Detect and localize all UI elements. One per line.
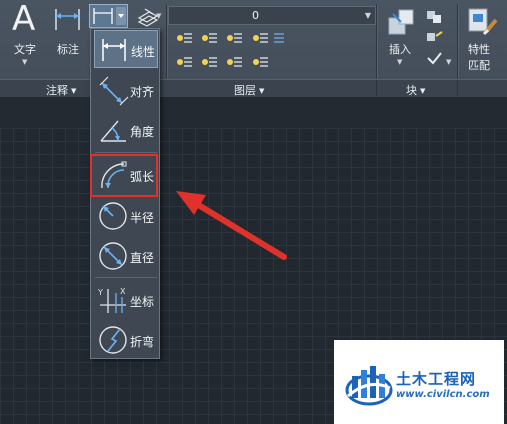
match-properties-icon[interactable] [466,6,500,38]
match-properties-label-line1[interactable]: 特性 [468,44,490,55]
match-properties-label-line2[interactable]: 匹配 [468,60,490,71]
menu-item-jogged[interactable]: 折弯 [94,321,158,359]
insert-dropdown-icon[interactable]: ▼ [397,58,402,66]
block-tools-icons[interactable] [424,8,444,70]
menu-separator [95,277,157,278]
dimension-tool-label[interactable]: 标注 [57,44,79,55]
block-panel-title[interactable]: 块 ▼ [406,82,425,98]
layers-panel-title-text: 图层 [234,84,256,97]
watermark: 土木工程网 www.civilcn.com [334,340,504,424]
menu-item-aligned[interactable]: 对齐 [94,71,158,109]
panel-divider [457,4,458,78]
viewport-header-band [0,97,507,128]
annotate-panel-title[interactable]: 注释 ▼ [46,82,76,98]
radius-dimension-icon [99,202,127,230]
highlight-box [90,154,158,197]
chevron-down-icon: ▼ [71,87,77,95]
ordinate-dimension-icon: Y X [97,287,126,313]
dimension-icon[interactable] [53,6,83,34]
menu-item-linear[interactable]: 线性 [94,30,158,68]
menu-separator [95,152,157,153]
panel-label-divider [376,80,377,96]
panel-divider [376,4,377,78]
chevron-down-icon: ▼ [420,87,426,95]
watermark-url: www.civilcn.com [396,389,490,400]
layer-tools-icons[interactable] [174,30,286,74]
watermark-title: 土木工程网 [396,370,477,388]
menu-item-label: 直径 [130,251,155,265]
dimension-split-button[interactable] [89,4,128,28]
menu-item-label: 半径 [130,211,155,225]
menu-item-label: 对齐 [130,85,155,99]
linear-dimension-icon [93,7,126,25]
angular-dimension-icon [100,120,126,142]
menu-item-label: 线性 [131,45,156,59]
svg-text:Y: Y [97,288,103,297]
text-tool-dropdown-icon[interactable]: ▼ [22,58,27,66]
menu-item-angular[interactable]: 角度 [94,111,158,149]
menu-item-label: 角度 [130,125,155,139]
watermark-logo-icon [345,366,393,406]
aligned-dimension-icon [99,76,129,106]
pointer-arrow [176,191,287,260]
ribbon: A 文字 ▼ 标注 ▼ 注释▼ 0 ▼ [0,0,507,97]
panel-label-divider [457,80,458,96]
menu-item-ordinate[interactable]: Y X 坐标 [94,281,158,319]
layers-panel-title[interactable]: 图层 ▼ [234,82,264,98]
layer-dropdown[interactable]: 0 ▼ [168,6,376,25]
panel-divider [166,4,167,78]
text-tool-label[interactable]: 文字 [14,44,36,55]
menu-item-diameter[interactable]: 直径 [94,237,158,275]
text-tool-icon[interactable]: A [12,2,35,36]
menu-item-label: 折弯 [130,335,155,349]
svg-text:X: X [120,287,126,296]
diameter-dimension-icon [99,242,127,270]
chevron-down-icon: ▼ [259,87,265,95]
menu-item-radius[interactable]: 半径 [94,197,158,235]
insert-block-label[interactable]: 插入 [389,44,411,55]
annotate-panel-title-text: 注释 [46,84,68,97]
block-tools-dropdown-icon[interactable]: ▼ [446,58,451,66]
jogged-dimension-icon [99,326,127,354]
block-panel-title-text: 块 [406,84,417,97]
insert-block-icon[interactable] [385,6,417,40]
menu-item-label: 坐标 [130,295,155,309]
linear-dimension-icon [102,39,126,61]
table-dropdown-icon[interactable]: ▼ [156,12,161,20]
chevron-down-icon: ▼ [364,11,371,20]
layer-dropdown-value: 0 [252,9,259,22]
